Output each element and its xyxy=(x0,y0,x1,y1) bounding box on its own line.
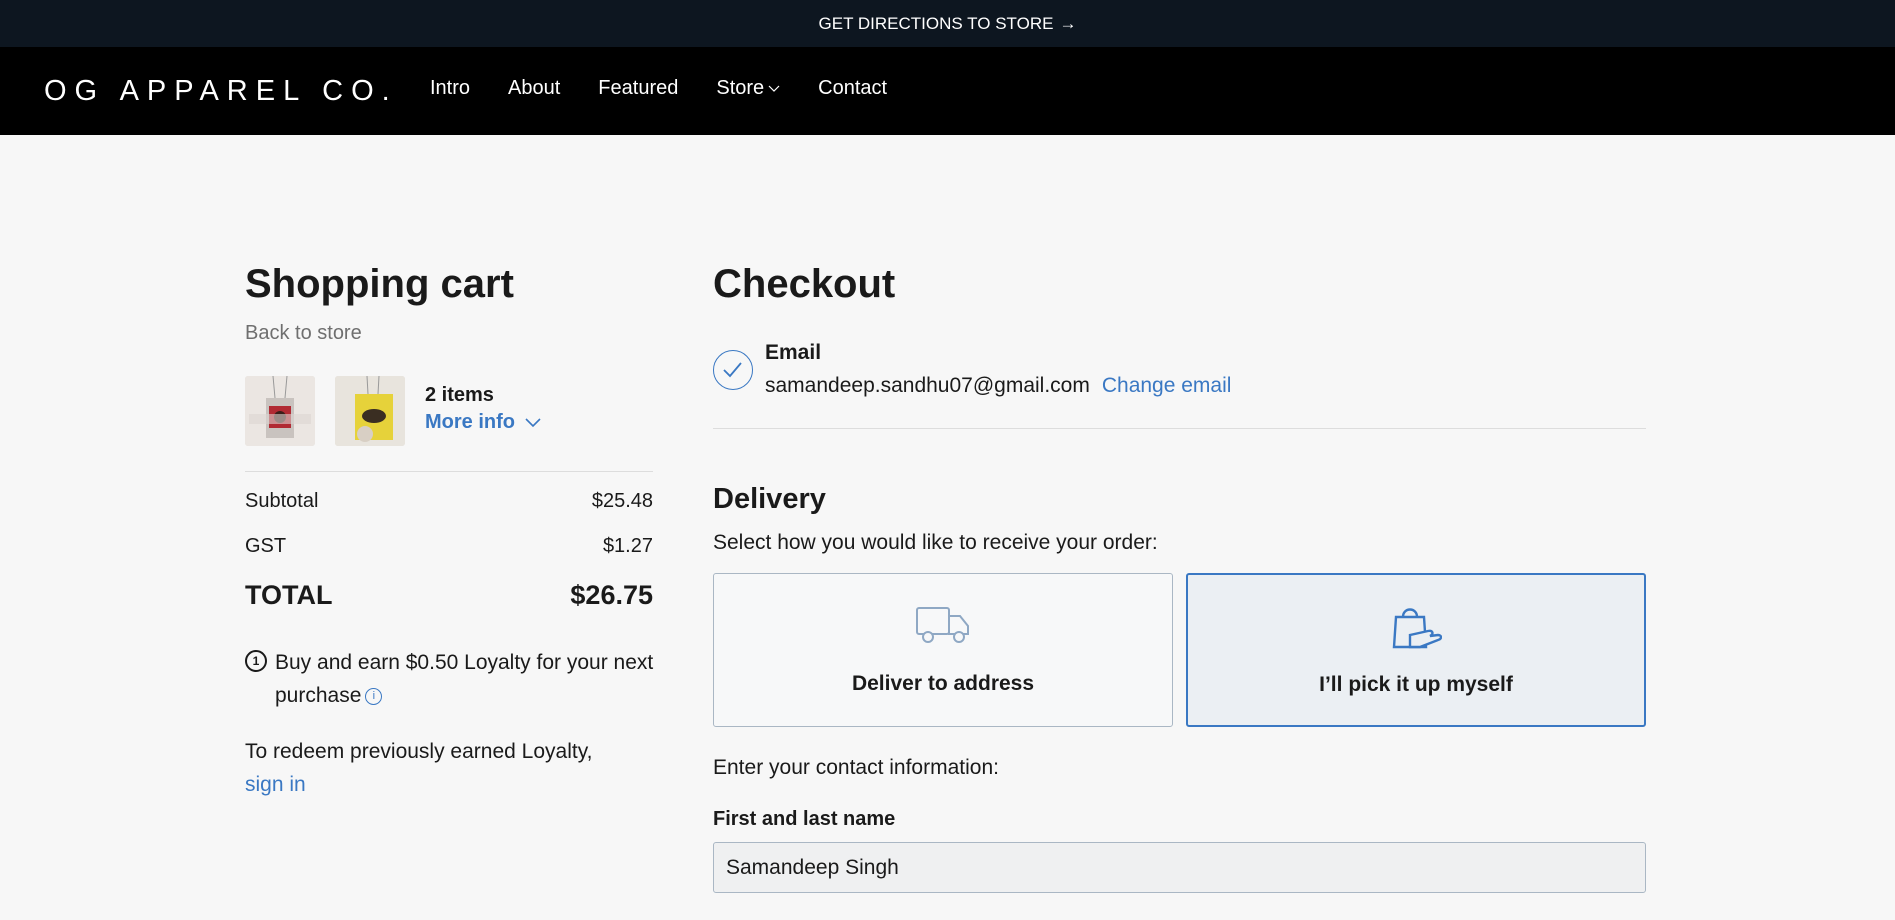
email-value: samandeep.sandhu07@gmail.com xyxy=(765,374,1090,397)
name-field[interactable] xyxy=(713,842,1646,893)
truck-icon xyxy=(916,607,969,643)
nav-link-about[interactable]: About xyxy=(508,77,560,100)
redeem-text: To redeem previously earned Loyalty, xyxy=(245,740,593,763)
email-label: Email xyxy=(765,341,822,364)
deliver-to-address-option[interactable]: Deliver to address xyxy=(713,573,1173,727)
loyalty-coin-icon: 1 xyxy=(245,650,267,672)
check-icon xyxy=(713,350,753,390)
change-email-link[interactable]: Change email xyxy=(1102,374,1232,397)
loyalty-text: Buy and earn $0.50 Loyalty for your next… xyxy=(275,651,654,707)
back-to-store-link[interactable]: Back to store xyxy=(245,322,362,345)
divider xyxy=(245,471,653,472)
cart-title: Shopping cart xyxy=(245,262,514,306)
deliver-to-address-label: Deliver to address xyxy=(851,672,1035,695)
nav-link-intro[interactable]: Intro xyxy=(430,77,470,100)
pickup-option[interactable]: I’ll pick it up myself xyxy=(1186,573,1646,727)
arrow-right-icon: → xyxy=(1059,13,1077,33)
nav-links: Intro About Featured Store Contact xyxy=(430,77,887,100)
subtotal-row: Subtotal $25.48 xyxy=(245,490,653,513)
nav-link-store-label: Store xyxy=(716,77,765,99)
delivery-prompt: Select how you would like to receive you… xyxy=(713,531,1158,554)
directions-banner[interactable]: GET DIRECTIONS TO STORE → xyxy=(0,0,1895,47)
more-info-toggle[interactable]: More info xyxy=(425,411,541,434)
total-label: TOTAL xyxy=(245,580,333,610)
gst-value: $1.27 xyxy=(602,535,653,557)
more-info-label: More info xyxy=(425,411,515,433)
delivery-title: Delivery xyxy=(713,483,826,515)
contact-prompt: Enter your contact information: xyxy=(713,756,999,779)
items-count: 2 items xyxy=(425,384,494,406)
cart-item-thumbnail xyxy=(245,376,315,446)
loyalty-note: 1 Buy and earn $0.50 Loyalty for your ne… xyxy=(245,646,665,712)
sign-in-link[interactable]: sign in xyxy=(245,768,665,801)
subtotal-value: $25.48 xyxy=(591,490,653,512)
nav-link-featured[interactable]: Featured xyxy=(598,77,678,100)
total-row: TOTAL $26.75 xyxy=(245,580,653,611)
shopping-bag-hand-icon xyxy=(1392,608,1442,649)
name-field-label: First and last name xyxy=(713,808,896,830)
total-value: $26.75 xyxy=(570,580,653,610)
gst-row: GST $1.27 xyxy=(245,535,653,558)
subtotal-label: Subtotal xyxy=(245,490,319,512)
email-row: samandeep.sandhu07@gmail.com Change email xyxy=(765,374,1231,398)
directions-label: GET DIRECTIONS TO STORE xyxy=(818,13,1054,33)
nav-link-contact[interactable]: Contact xyxy=(818,77,887,100)
pickup-label: I’ll pick it up myself xyxy=(1319,673,1513,696)
gst-label: GST xyxy=(245,535,287,557)
redeem-note: To redeem previously earned Loyalty, sig… xyxy=(245,735,665,801)
divider xyxy=(713,428,1646,429)
logo[interactable]: OG APPAREL CO. xyxy=(44,75,398,108)
chevron-down-icon xyxy=(525,418,541,428)
nav-link-store[interactable]: Store xyxy=(716,77,780,100)
chevron-down-icon xyxy=(768,85,780,92)
cart-item-thumbnail xyxy=(335,376,405,446)
info-icon[interactable]: i xyxy=(365,687,383,705)
checkout-title: Checkout xyxy=(713,262,896,306)
main-nav: OG APPAREL CO. Intro About Featured Stor… xyxy=(0,47,1895,135)
